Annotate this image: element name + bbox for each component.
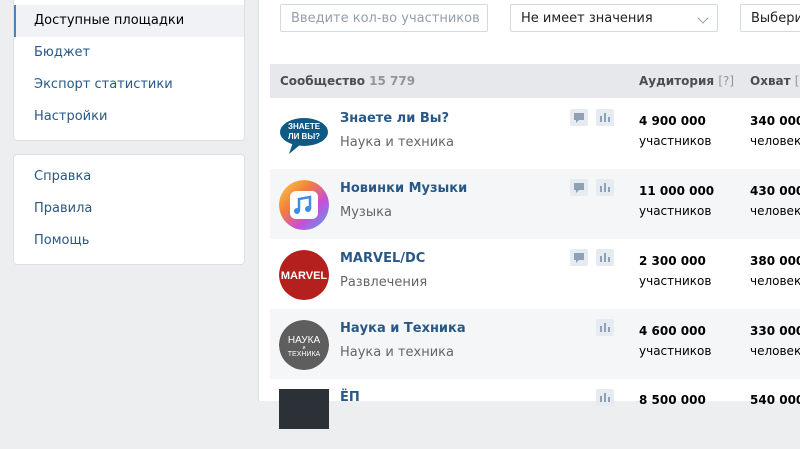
community-name[interactable]: Знаете ли Вы? — [340, 111, 449, 126]
value-select-label: Не имеет значения — [521, 11, 653, 26]
community-avatar[interactable]: НАУКА и ТЕХНИКА — [279, 320, 329, 370]
community-avatar[interactable]: ЗНАЕТЕ ЛИ ВЫ? — [279, 110, 329, 160]
col-reach-header[interactable]: Охват [?] — [750, 64, 800, 98]
svg-text:MARVEL: MARVEL — [281, 270, 328, 282]
svg-text:ТЕХНИКА: ТЕХНИКА — [288, 351, 321, 358]
community-name[interactable]: MARVEL/DC — [340, 251, 425, 266]
stats-icon[interactable] — [596, 109, 614, 126]
reach-value: 430 000 / человек — [750, 184, 800, 218]
svg-text:ЛИ ВЫ?: ЛИ ВЫ? — [288, 132, 320, 141]
left-menu-main: Доступные площадки Бюджет Экспорт статис… — [13, 0, 245, 141]
table-header: Сообщество 15 779 Аудитория [?] Охват [?… — [270, 64, 800, 98]
table-row[interactable]: Новинки Музыки Музыка 11 000 000 участни… — [270, 169, 800, 239]
chevron-down-icon — [697, 12, 709, 24]
table-row[interactable]: ЗНАЕТЕ ЛИ ВЫ? Знаете ли Вы? Наука и техн… — [270, 99, 800, 169]
message-icon[interactable] — [570, 249, 588, 266]
community-category: Музыка — [340, 205, 392, 220]
stats-icon[interactable] — [596, 319, 614, 336]
message-icon[interactable] — [570, 179, 588, 196]
value-select[interactable]: Не имеет значения — [510, 4, 718, 32]
stats-icon[interactable] — [596, 249, 614, 266]
reach-value: 540 000 — [750, 393, 800, 407]
menu-item-rules[interactable]: Правила — [14, 193, 244, 225]
audience-value: 2 300 000 участников — [639, 254, 712, 288]
participants-input[interactable]: Введите кол-во участников — [280, 4, 488, 32]
menu-item-export-stats[interactable]: Экспорт статистики — [14, 69, 244, 101]
choose-select[interactable]: Выберит — [740, 4, 800, 32]
reach-value: 330 000 / человек — [750, 324, 800, 358]
audience-value: 11 000 000 участников — [639, 184, 715, 218]
audience-help[interactable]: [?] — [718, 74, 734, 88]
audience-value: 8 500 000 — [639, 393, 706, 407]
audience-value: 4 600 000 участников — [639, 324, 712, 358]
menu-item-help[interactable]: Справка — [14, 161, 244, 193]
menu-item-available-platforms[interactable]: Доступные площадки — [14, 5, 244, 37]
community-avatar[interactable] — [279, 389, 329, 429]
col-community-header[interactable]: Сообщество 15 779 — [280, 64, 415, 98]
community-name[interactable]: ЁП — [340, 390, 360, 405]
svg-text:ЗНАЕТЕ: ЗНАЕТЕ — [288, 122, 321, 131]
table-row[interactable]: НАУКА и ТЕХНИКА Наука и Техника Наука и … — [270, 309, 800, 379]
message-icon[interactable] — [570, 109, 588, 126]
community-avatar[interactable]: MARVEL — [279, 250, 329, 300]
community-count: 15 779 — [369, 74, 416, 88]
reach-value: 340 000 / человек — [750, 114, 800, 148]
audience-value: 4 900 000 участников — [639, 114, 712, 148]
community-category: Развлечения — [340, 275, 428, 290]
col-audience-header[interactable]: Аудитория [?] — [639, 64, 734, 98]
community-name[interactable]: Новинки Музыки — [340, 181, 467, 196]
community-category: Наука и техника — [340, 135, 454, 150]
main-panel: Введите кол-во участников Не имеет значе… — [258, 0, 800, 429]
community-name[interactable]: Наука и Техника — [340, 321, 466, 336]
menu-item-settings[interactable]: Настройки — [14, 101, 244, 133]
stats-icon[interactable] — [596, 389, 614, 406]
community-avatar[interactable] — [279, 180, 329, 230]
table-row[interactable]: MARVEL MARVEL/DC Развлечения 2 300 000 у… — [270, 239, 800, 309]
reach-help[interactable]: [?] — [795, 74, 800, 88]
stats-icon[interactable] — [596, 179, 614, 196]
menu-item-budget[interactable]: Бюджет — [14, 37, 244, 69]
left-menu-help: Справка Правила Помощь — [13, 154, 245, 265]
reach-value: 380 000 / человек — [750, 254, 800, 288]
community-category: Наука и техника — [340, 345, 454, 360]
table-row[interactable]: ЁП 8 500 000 540 000 — [270, 379, 800, 449]
menu-item-support[interactable]: Помощь — [14, 225, 244, 257]
